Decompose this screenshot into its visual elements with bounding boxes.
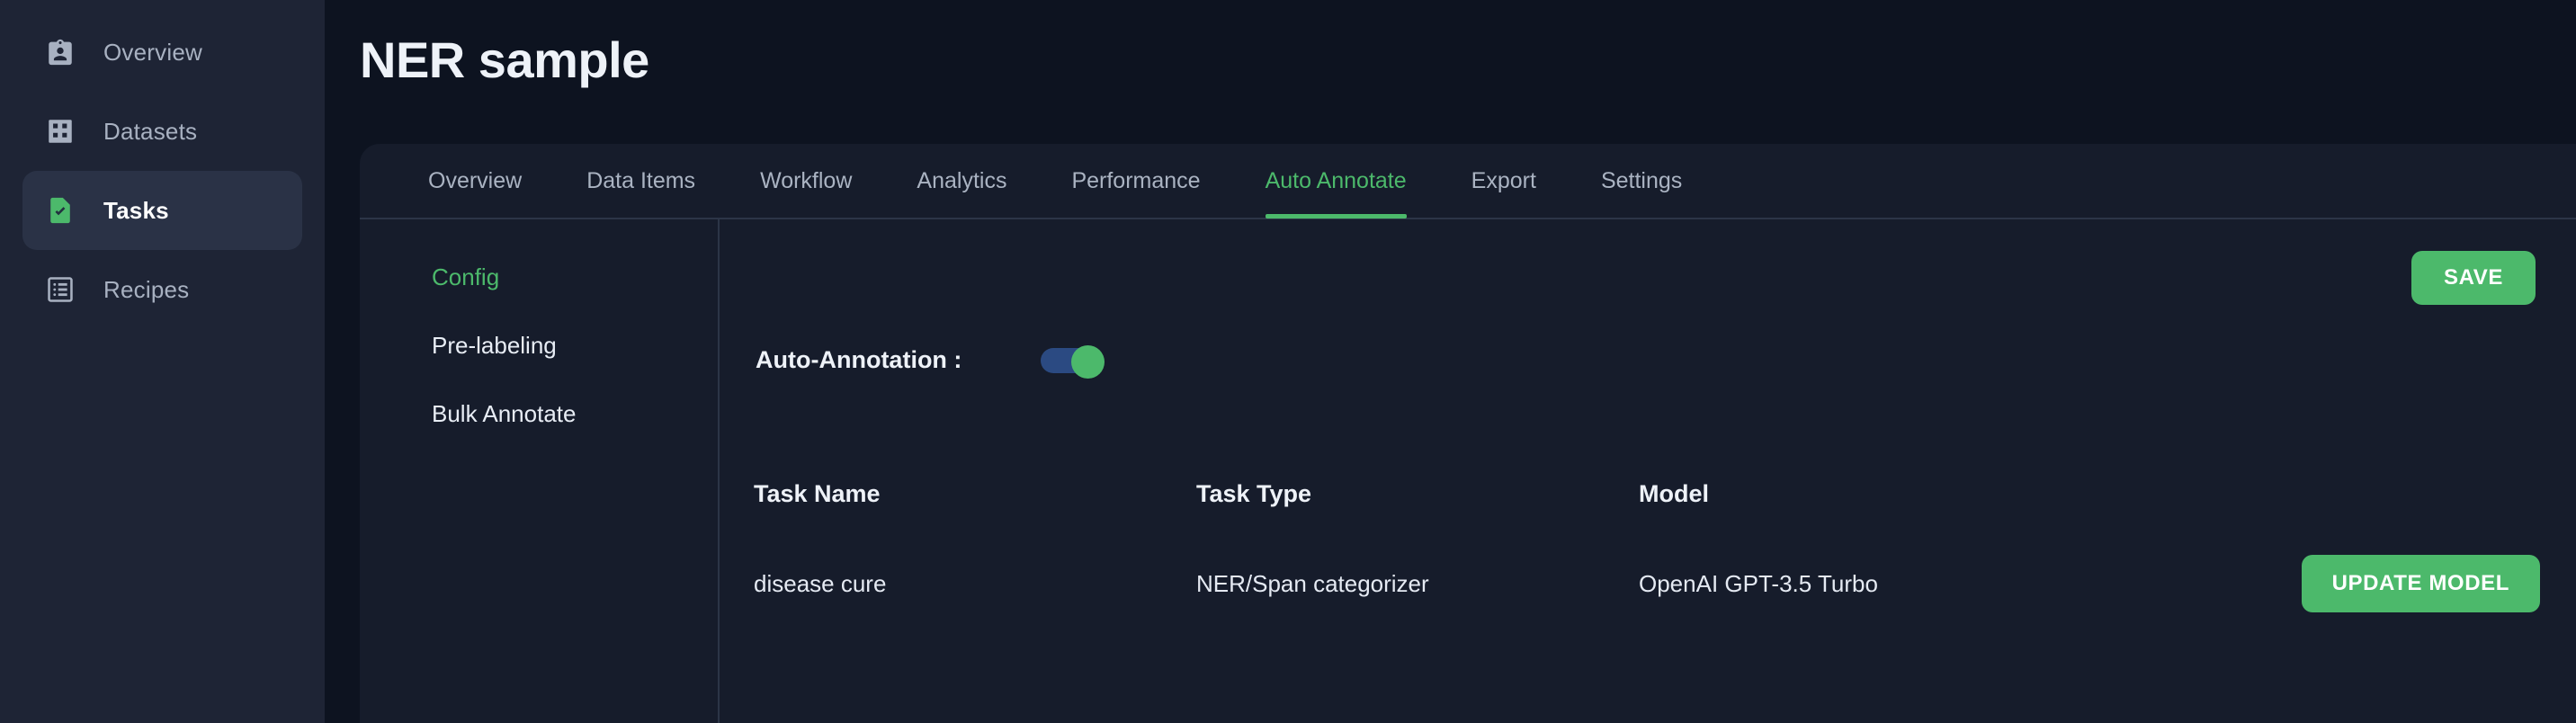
sidebar-item-label: Recipes [103, 275, 190, 303]
auto-annotation-label: Auto-Annotation : [756, 345, 962, 373]
sidebar-item-recipes[interactable]: Recipes [22, 250, 302, 329]
content-body: Config Pre-labeling Bulk Annotate SAVE A… [360, 219, 2576, 723]
subnav-item-bulk-annotate[interactable]: Bulk Annotate [360, 379, 718, 448]
sidebar-item-label: Overview [103, 38, 202, 66]
tab-label: Overview [428, 167, 523, 193]
column-header-task-type: Task Type [1196, 479, 1312, 507]
main-area: NER sample Overview Data Items Workflow … [325, 0, 2576, 723]
tab-label: Workflow [760, 167, 853, 193]
config-pane: SAVE Auto-Annotation : Task Name Task Ty… [720, 219, 2576, 723]
auto-annotation-toggle[interactable] [1041, 345, 1107, 379]
cell-task-type: NER/Span categorizer [1196, 569, 1429, 597]
sidebar-item-tasks[interactable]: Tasks [22, 171, 302, 250]
page-title: NER sample [360, 31, 649, 88]
tab-label: Export [1471, 167, 1536, 193]
auto-annotate-subnav: Config Pre-labeling Bulk Annotate [360, 219, 720, 723]
sidebar: Overview Datasets Tasks Recipes [0, 0, 325, 723]
auto-annotate-table: Task Name Task Type Model disease cure N… [754, 449, 2540, 629]
subnav-item-label: Config [432, 263, 500, 290]
tab-label: Auto Annotate [1265, 167, 1407, 193]
tab-bar: Overview Data Items Workflow Analytics P… [360, 144, 2576, 219]
update-model-button[interactable]: UPDATE MODEL [2301, 555, 2540, 612]
save-button[interactable]: SAVE [2411, 251, 2536, 305]
sidebar-item-datasets[interactable]: Datasets [22, 92, 302, 171]
table-row: disease cure NER/Span categorizer OpenAI… [754, 539, 2540, 629]
tab-workflow[interactable]: Workflow [728, 143, 884, 219]
subnav-item-label: Pre-labeling [432, 331, 557, 359]
tab-analytics[interactable]: Analytics [884, 143, 1039, 219]
toggle-knob [1071, 345, 1105, 379]
sidebar-item-overview[interactable]: Overview [22, 13, 302, 92]
grid-icon [42, 113, 78, 149]
tab-label: Analytics [917, 167, 1007, 193]
cell-task-name: disease cure [754, 569, 887, 597]
cell-actions: UPDATE MODEL [2270, 555, 2540, 612]
column-header-model: Model [1639, 479, 1709, 507]
column-header-task-name: Task Name [754, 479, 881, 507]
sidebar-item-label: Datasets [103, 117, 198, 145]
tab-auto-annotate[interactable]: Auto Annotate [1233, 143, 1439, 219]
sidebar-item-label: Tasks [103, 196, 169, 224]
tab-performance[interactable]: Performance [1039, 143, 1232, 219]
id-badge-icon [42, 34, 78, 70]
task-document-check-icon [42, 192, 78, 228]
cell-model: OpenAI GPT-3.5 Turbo [1639, 569, 1878, 597]
subnav-item-config[interactable]: Config [360, 243, 718, 311]
tab-export[interactable]: Export [1439, 143, 1569, 219]
tab-label: Performance [1071, 167, 1201, 193]
subnav-item-pre-labeling[interactable]: Pre-labeling [360, 311, 718, 379]
subnav-item-label: Bulk Annotate [432, 399, 577, 427]
tab-label: Settings [1600, 167, 1683, 193]
table-header-row: Task Name Task Type Model [754, 449, 2540, 539]
auto-annotation-row: Auto-Annotation : [756, 345, 1107, 379]
tab-overview[interactable]: Overview [396, 143, 554, 219]
tab-data-items[interactable]: Data Items [554, 143, 728, 219]
list-icon [42, 272, 78, 308]
tab-label: Data Items [586, 167, 696, 193]
tab-settings[interactable]: Settings [1569, 143, 1714, 219]
